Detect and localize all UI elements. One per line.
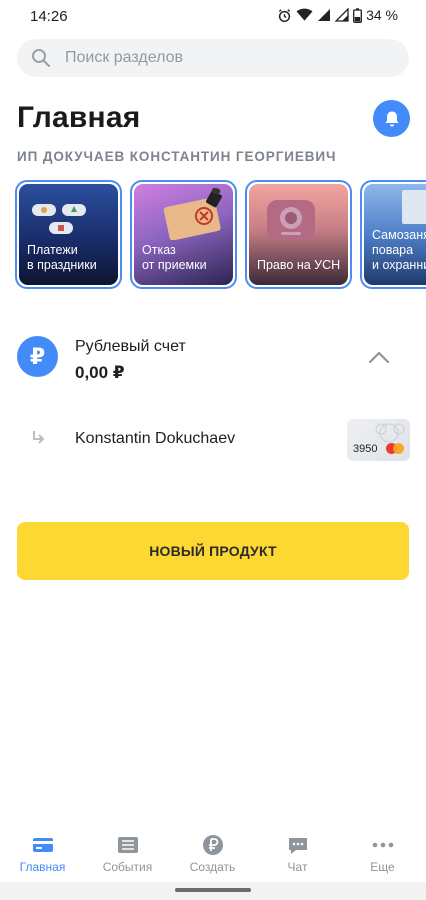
nav-label-home: Главная: [19, 860, 66, 874]
status-time: 14:26: [30, 8, 68, 25]
story-label-line: Право на УСН: [257, 258, 341, 272]
story-label-line: и охранники: [372, 258, 426, 272]
nav-label-more: Еще: [370, 860, 395, 874]
bell-icon: [384, 111, 399, 126]
story-label-line: Самозанятые: [372, 228, 426, 242]
search-input[interactable]: [65, 39, 385, 77]
main-screen: 14:26 34 % Главная ИП ДОКУЧАЕВ КОНСТАНТИ…: [0, 0, 426, 900]
emblem-illustration: [267, 200, 315, 240]
search-bar[interactable]: [17, 39, 409, 77]
ruble-icon: ₽: [17, 336, 58, 377]
card-last-digits: 3950: [353, 443, 378, 455]
status-icons: 34 %: [277, 7, 398, 23]
nav-label-events: События: [102, 860, 153, 874]
signal-icon: [318, 9, 331, 21]
search-icon: [32, 49, 51, 68]
nav-item-events[interactable]: События: [85, 824, 170, 882]
story-label-line: повара: [372, 243, 414, 257]
story-holiday-payments[interactable]: Платежи в праздники: [15, 180, 122, 289]
ruble-icon: [202, 835, 223, 855]
notifications-button[interactable]: [373, 100, 410, 137]
card-pattern: [375, 423, 405, 443]
status-bar: 14:26 34 %: [0, 0, 426, 34]
account-name[interactable]: Рублевый счет: [75, 338, 186, 356]
story-label-line: в праздники: [27, 258, 97, 272]
story-label-line: Платежи: [27, 243, 78, 257]
more-icon: [372, 842, 393, 848]
card-icon: [32, 838, 53, 852]
document-illustration: [402, 190, 426, 224]
story-self-employed[interactable]: Самозанятые повара и охранники: [360, 180, 426, 289]
page-title: Главная: [17, 101, 141, 134]
nav-item-home[interactable]: Главная: [0, 824, 85, 882]
nav-item-more[interactable]: Еще: [340, 824, 425, 882]
story-usn-right[interactable]: Право на УСН: [245, 180, 352, 289]
stamp-illustration: [163, 188, 222, 240]
nav-item-chat[interactable]: Чат: [255, 824, 340, 882]
nav-label-chat: Чат: [287, 860, 308, 874]
chat-icon: [288, 838, 307, 854]
alarm-icon: [278, 8, 291, 22]
list-icon: [117, 837, 138, 853]
account-balance: 0,00 ₽: [75, 363, 125, 382]
subitem-arrow-icon: [33, 431, 45, 444]
bottom-navigation: Главная События Создать Чат Еще: [0, 824, 426, 882]
nav-label-create: Создать: [189, 860, 236, 874]
chevron-up-icon[interactable]: [368, 350, 390, 364]
signal-icon-secondary: [335, 8, 349, 22]
story-label-line: от приемки: [142, 258, 207, 272]
battery-icon: [353, 7, 363, 23]
card-owner-name[interactable]: Konstantin Dokuchaev: [75, 430, 235, 448]
card-thumbnail[interactable]: 3950: [347, 419, 410, 461]
company-name: ИП ДОКУЧАЕВ КОНСТАНТИН ГЕОРГИЕВИЧ: [17, 149, 337, 164]
battery-percent: 34 %: [366, 7, 398, 23]
mastercard-icon: [386, 443, 404, 454]
story-label-line: Отказ: [142, 243, 176, 257]
calendar-cards-illustration: [32, 204, 86, 234]
story-acceptance-refusal[interactable]: Отказ от приемки: [130, 180, 237, 289]
new-product-button[interactable]: НОВЫЙ ПРОДУКТ: [17, 522, 409, 580]
home-gesture-bar[interactable]: [175, 888, 251, 892]
nav-item-create[interactable]: Создать: [170, 824, 255, 882]
wifi-icon: [296, 8, 313, 21]
